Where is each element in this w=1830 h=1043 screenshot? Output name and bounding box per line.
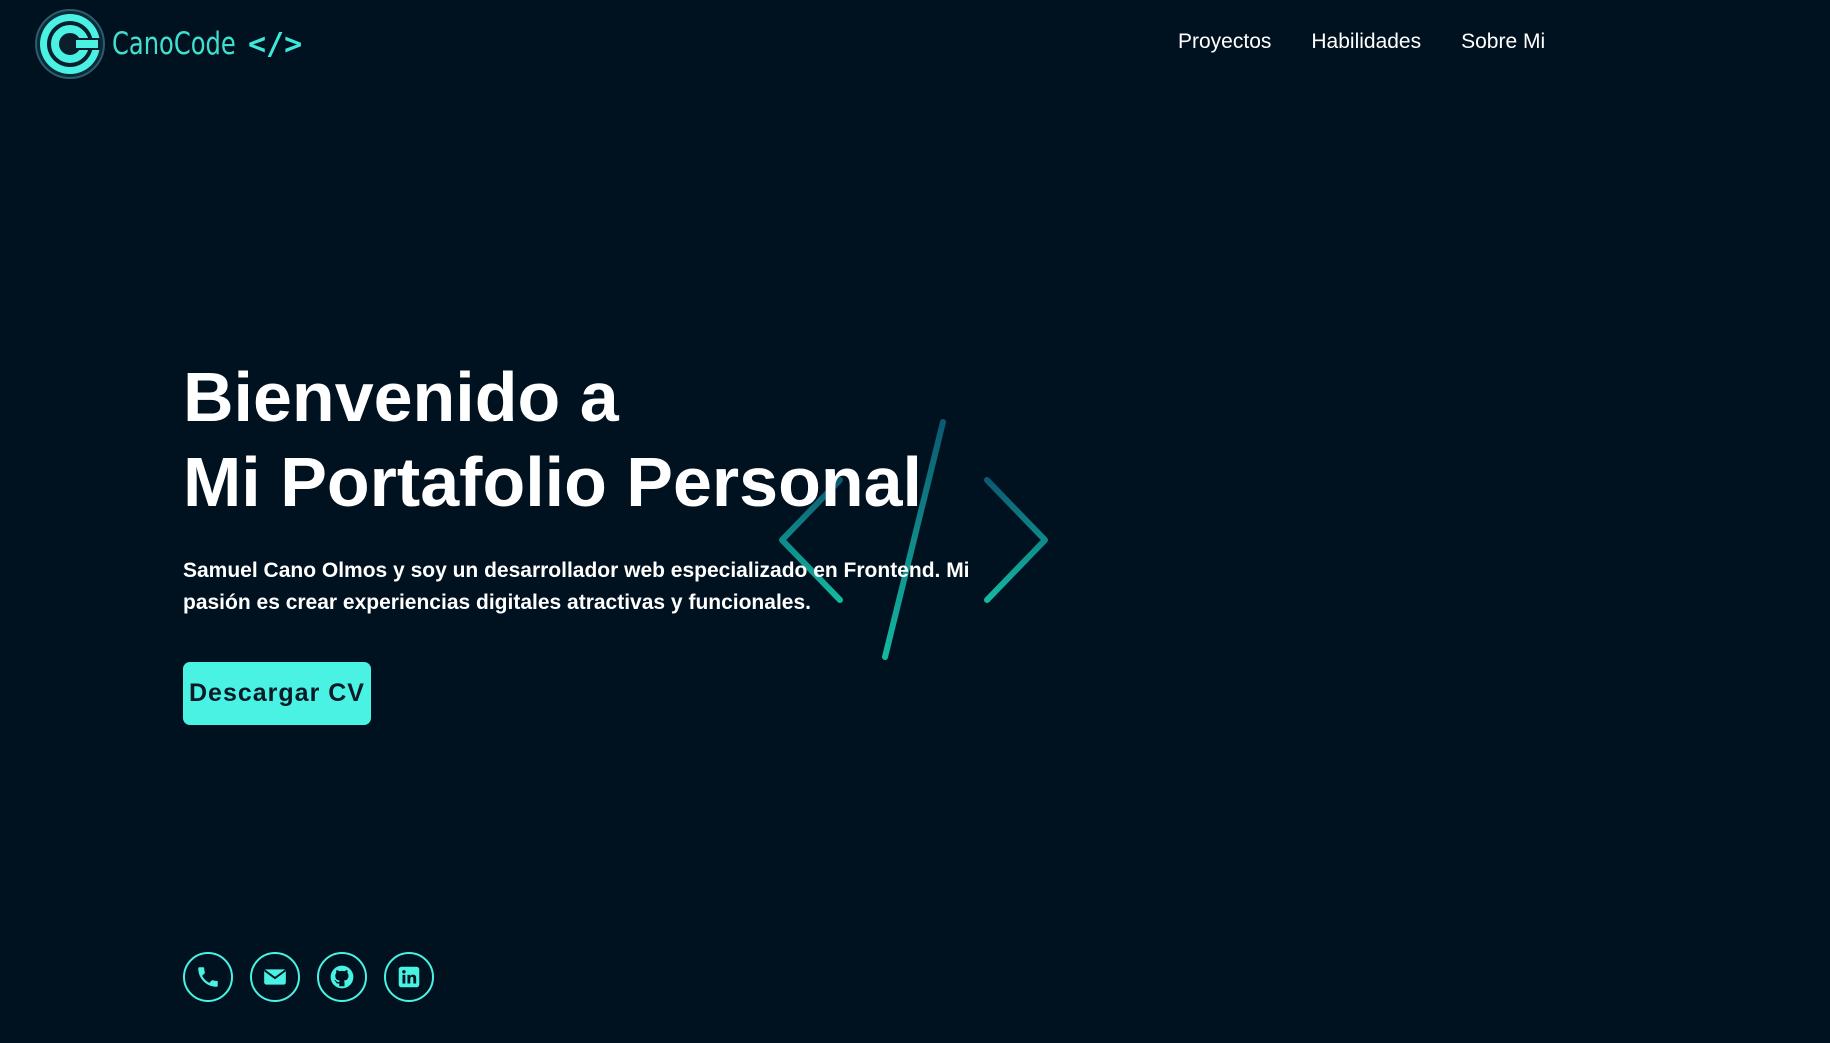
hero-title-line-1: Bienvenido a	[183, 358, 619, 436]
hero-title: Bienvenido a Mi Portafolio Personal	[183, 355, 1043, 525]
linkedin-icon	[398, 966, 420, 988]
brand-name: CanoCode	[112, 26, 236, 62]
brand-logo[interactable]: CanoCode </>	[34, 8, 302, 80]
linkedin-link[interactable]	[384, 952, 434, 1002]
email-icon	[264, 969, 286, 985]
brand-text: CanoCode </>	[112, 26, 302, 62]
download-cv-button[interactable]: Descargar CV	[183, 662, 371, 725]
github-icon	[330, 965, 354, 989]
c-circle-logo-icon	[35, 9, 105, 79]
portfolio-page: CanoCode </> Proyectos Habilidades Sobre…	[0, 0, 1830, 1043]
nav-link-habilidades[interactable]: Habilidades	[1311, 30, 1421, 54]
site-header: CanoCode </> Proyectos Habilidades Sobre…	[0, 0, 1830, 92]
github-link[interactable]	[317, 952, 367, 1002]
phone-link[interactable]	[183, 952, 233, 1002]
nav-link-sobre-mi[interactable]: Sobre Mi	[1461, 30, 1545, 54]
main-nav: Proyectos Habilidades Sobre Mi	[1178, 30, 1545, 54]
hero-title-line-2: Mi Portafolio Personal	[183, 443, 922, 521]
nav-link-proyectos[interactable]: Proyectos	[1178, 30, 1271, 54]
hero-section: Bienvenido a Mi Portafolio Personal Samu…	[183, 355, 1043, 619]
email-link[interactable]	[250, 952, 300, 1002]
social-links	[183, 952, 434, 1002]
phone-icon	[198, 967, 218, 987]
brand-tag: </>	[248, 26, 303, 62]
hero-description: Samuel Cano Olmos y soy un desarrollador…	[183, 559, 970, 614]
